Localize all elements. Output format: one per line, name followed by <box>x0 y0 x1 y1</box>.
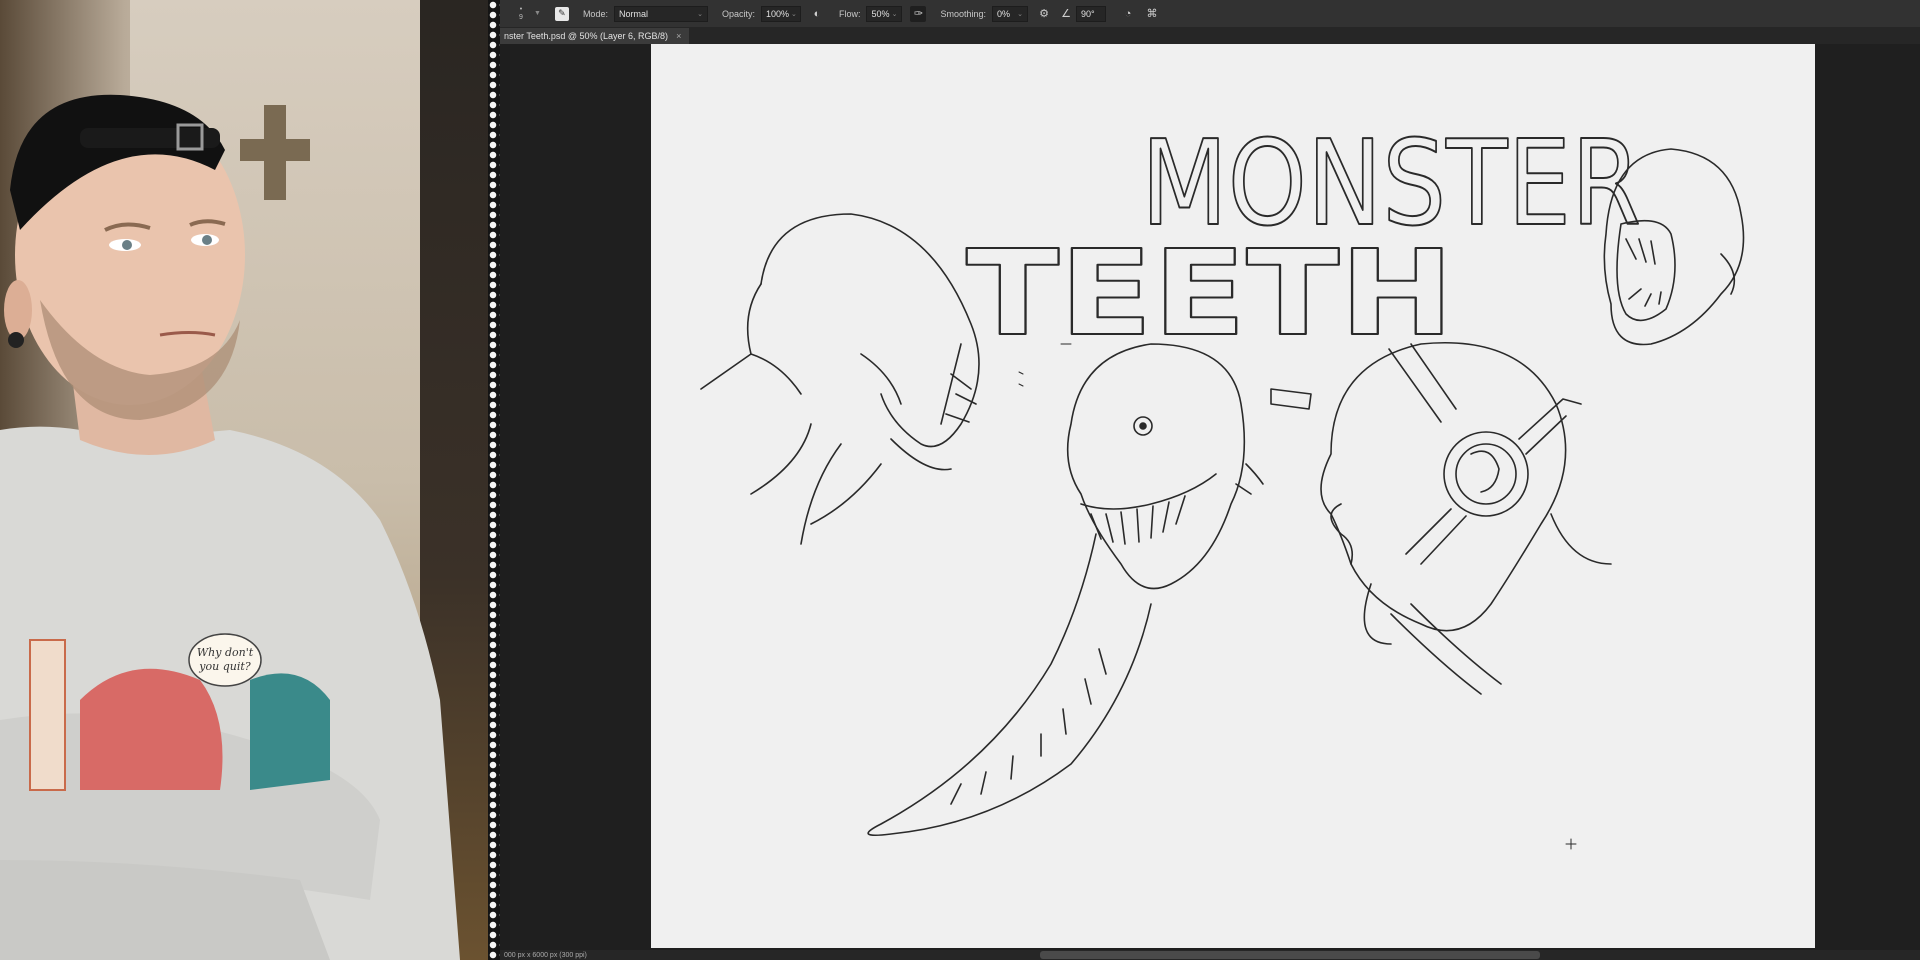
flow-label: Flow: <box>838 8 861 19</box>
opacity-value: 100% <box>765 8 789 19</box>
webcam-overlay: Why don't you quit? <box>0 0 500 960</box>
chevron-down-icon: ⌄ <box>891 10 898 18</box>
brush-size: 9 <box>519 13 523 21</box>
mode-select[interactable]: Normal ⌄ <box>613 5 708 22</box>
monster-sketch-right <box>1270 342 1612 695</box>
presenter: Why don't you quit? <box>0 94 460 960</box>
smoothing-field[interactable]: 0% ⌄ <box>992 5 1029 22</box>
shirt-text-line2: you quit? <box>198 660 250 673</box>
document-tab[interactable]: nster Teeth.psd @ 50% (Layer 6, RGB/8) × <box>500 28 690 44</box>
monster-sketch-left <box>700 213 980 545</box>
opacity-label: Opacity: <box>721 8 755 19</box>
document-tab-bar: nster Teeth.psd @ 50% (Layer 6, RGB/8) × <box>500 28 1920 44</box>
document-canvas[interactable]: MONSTER TEETH <box>651 44 1815 948</box>
chevron-down-icon: ⌄ <box>791 10 797 18</box>
horizontal-scrollbar[interactable] <box>1040 951 1540 959</box>
monster-teeth-artwork: MONSTER TEETH <box>700 113 1745 850</box>
brush-dot-icon: • <box>519 5 523 13</box>
angle-value: 90° <box>1081 8 1095 19</box>
document-tab-title: nster Teeth.psd @ 50% (Layer 6, RGB/8) <box>504 31 669 41</box>
opacity-field[interactable]: 100% ⌄ <box>760 5 801 22</box>
monster-sketch-center <box>867 343 1264 837</box>
airbrush-icon[interactable]: ✑ <box>910 5 927 22</box>
angle-icon: ∠ <box>1061 8 1071 20</box>
close-icon[interactable]: × <box>676 31 681 41</box>
angle-field[interactable]: 90° <box>1076 5 1107 22</box>
pressure-size-icon[interactable]: ◔ <box>1120 6 1136 22</box>
tool-options-bar: • 9 ▼ ✎ Mode: Normal ⌄ Opacity: 100% ⌄ ◐… <box>500 0 1920 28</box>
mode-label: Mode: <box>582 8 608 19</box>
brush-panel-toggle-icon[interactable]: ✎ <box>554 6 569 21</box>
title-teeth: TEETH <box>966 224 1454 362</box>
symmetry-butterfly-icon[interactable]: ⌘ <box>1144 6 1160 22</box>
document-size-status: 000 px x 6000 px (300 ppi) <box>504 951 587 959</box>
pressure-opacity-icon[interactable]: ◐ <box>809 6 825 22</box>
flow-value: 50% <box>871 8 890 19</box>
mode-value: Normal <box>618 8 648 19</box>
dotted-divider <box>488 0 500 960</box>
brush-preset-picker[interactable]: • 9 <box>510 3 532 25</box>
chevron-down-icon: ⌄ <box>697 10 703 18</box>
chevron-down-icon: ⌄ <box>1017 10 1024 18</box>
flow-field[interactable]: 50% ⌄ <box>866 5 903 22</box>
chevron-down-icon[interactable]: ▼ <box>534 10 541 17</box>
gear-icon[interactable]: ⚙ <box>1036 6 1052 22</box>
smoothing-label: Smoothing: <box>940 8 987 19</box>
shirt-text-line1: Why don't <box>197 646 254 659</box>
smoothing-value: 0% <box>997 8 1011 19</box>
